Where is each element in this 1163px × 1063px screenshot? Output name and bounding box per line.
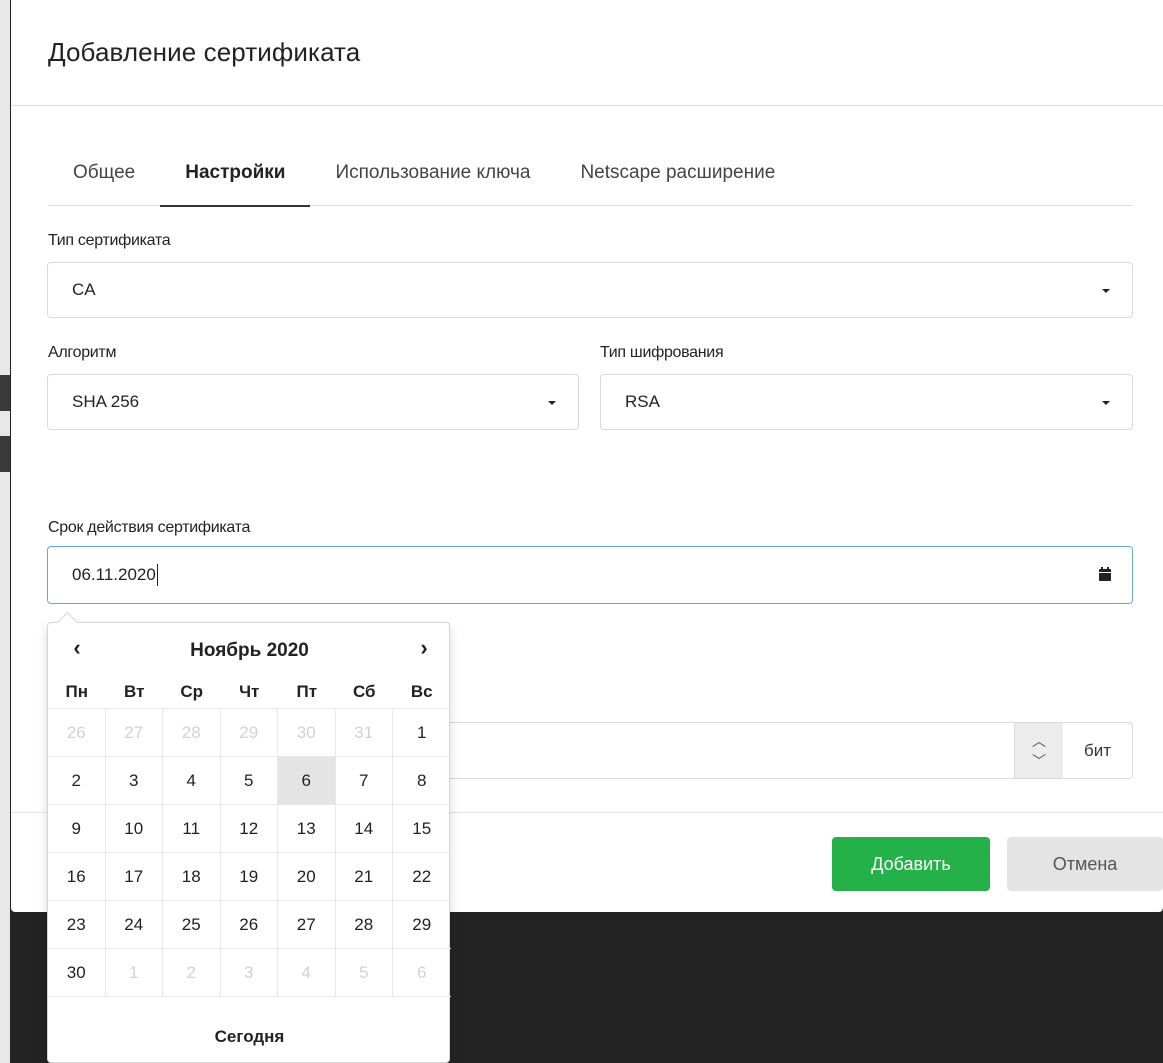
cancel-button[interactable]: Отмена: [1007, 837, 1163, 891]
add-button[interactable]: Добавить: [832, 837, 990, 891]
calendar-day[interactable]: 6: [393, 949, 451, 997]
algorithm-value: SHA 256: [72, 392, 140, 411]
calendar-day[interactable]: 3: [220, 949, 278, 997]
calendar-day[interactable]: 14: [335, 805, 393, 853]
tab-general[interactable]: Общее: [48, 140, 160, 206]
calendar-day[interactable]: 25: [163, 901, 221, 949]
weekday-label: Вт: [105, 675, 163, 709]
tab-netscape-extension[interactable]: Netscape расширение: [555, 140, 800, 206]
calendar-day[interactable]: 12: [220, 805, 278, 853]
today-button[interactable]: Сегодня: [48, 1013, 451, 1061]
dialog-header: Добавление сертификата: [11, 0, 1163, 106]
calendar-day[interactable]: 31: [335, 709, 393, 757]
chevron-up-icon[interactable]: ︿: [1032, 731, 1046, 751]
calendar-day-selected[interactable]: 6: [278, 757, 336, 805]
background-edge-mark: [0, 375, 10, 411]
validity-date-input[interactable]: 06.11.2020: [47, 546, 1133, 604]
calendar-day[interactable]: 18: [163, 853, 221, 901]
weekday-label: Ср: [163, 675, 221, 709]
algorithm-label: Алгоритм: [48, 344, 117, 361]
chevron-left-icon[interactable]: ‹: [62, 635, 92, 661]
calendar-day[interactable]: 7: [335, 757, 393, 805]
calendar-icon[interactable]: [1098, 567, 1112, 582]
calendar-day[interactable]: 19: [220, 853, 278, 901]
calendar-day[interactable]: 26: [220, 901, 278, 949]
calendar-day[interactable]: 15: [393, 805, 451, 853]
tab-settings[interactable]: Настройки: [160, 140, 311, 207]
calendar-day[interactable]: 20: [278, 853, 336, 901]
caret-down-icon: [1102, 289, 1110, 293]
cert-type-select[interactable]: CA: [47, 262, 1133, 318]
calendar-day[interactable]: 1: [393, 709, 451, 757]
encryption-type-label: Тип шифрования: [600, 344, 724, 361]
calendar-day[interactable]: 27: [105, 709, 163, 757]
calendar-day[interactable]: 30: [48, 949, 106, 997]
calendar-week-row: 2345678: [48, 757, 451, 805]
calendar-day[interactable]: 27: [278, 901, 336, 949]
calendar-day[interactable]: 2: [163, 949, 221, 997]
weekday-label: Пт: [278, 675, 336, 709]
calendar-day[interactable]: 3: [105, 757, 163, 805]
chevron-down-icon[interactable]: ﹀: [1032, 751, 1046, 771]
text-cursor: [156, 564, 158, 586]
key-size-stepper[interactable]: ︿ ﹀: [1014, 723, 1063, 778]
calendar-day[interactable]: 30: [278, 709, 336, 757]
date-picker-popup: ‹ Ноябрь 2020 › Пн Вт Ср Чт Пт Сб Вс 26 2…: [47, 622, 451, 1063]
calendar-week-row: 26 27 28 29 30 31 1: [48, 709, 451, 757]
calendar-day[interactable]: 9: [48, 805, 106, 853]
calendar-day[interactable]: 23: [48, 901, 106, 949]
month-year-title[interactable]: Ноябрь 2020: [48, 636, 451, 662]
background-window-edge: [0, 0, 10, 1063]
background-edge-mark: [0, 436, 10, 472]
encryption-type-value: RSA: [625, 392, 660, 411]
calendar-day[interactable]: 11: [163, 805, 221, 853]
calendar-day[interactable]: 8: [393, 757, 451, 805]
calendar-day[interactable]: 21: [335, 853, 393, 901]
algorithm-select[interactable]: SHA 256: [47, 374, 579, 430]
calendar-week-row: 23 24 25 26 27 28 29: [48, 901, 451, 949]
calendar-day[interactable]: 5: [335, 949, 393, 997]
calendar-day[interactable]: 17: [105, 853, 163, 901]
calendar-day[interactable]: 29: [220, 709, 278, 757]
encryption-type-select[interactable]: RSA: [600, 374, 1133, 430]
weekday-label: Сб: [335, 675, 393, 709]
date-picker-header: ‹ Ноябрь 2020 ›: [48, 623, 451, 675]
weekday-label: Вс: [393, 675, 451, 709]
tab-bar: Общее Настройки Использование ключа Nets…: [48, 140, 1133, 207]
cert-type-label: Тип сертификата: [48, 232, 171, 249]
calendar-day[interactable]: 4: [163, 757, 221, 805]
calendar-grid: Пн Вт Ср Чт Пт Сб Вс 26 27 28 29 30 31 1 2 3 4 5 6 7…: [48, 675, 451, 997]
calendar-day[interactable]: 24: [105, 901, 163, 949]
calendar-day[interactable]: 5: [220, 757, 278, 805]
key-size-unit: бит: [1083, 740, 1112, 760]
calendar-day[interactable]: 29: [393, 901, 451, 949]
calendar-day[interactable]: 2: [48, 757, 106, 805]
cert-type-value: CA: [72, 280, 96, 299]
calendar-day[interactable]: 28: [335, 901, 393, 949]
caret-down-icon: [1102, 401, 1110, 405]
calendar-day[interactable]: 28: [163, 709, 221, 757]
calendar-week-row: 9 10 11 12 13 14 15: [48, 805, 451, 853]
calendar-day[interactable]: 22: [393, 853, 451, 901]
weekday-header-row: Пн Вт Ср Чт Пт Сб Вс: [48, 675, 451, 709]
dialog-title: Добавление сертификата: [48, 37, 361, 67]
validity-date-value: 06.11.2020: [72, 565, 156, 584]
calendar-day[interactable]: 13: [278, 805, 336, 853]
weekday-label: Пн: [48, 675, 106, 709]
calendar-day[interactable]: 16: [48, 853, 106, 901]
chevron-right-icon[interactable]: ›: [409, 635, 439, 661]
calendar-week-row: 30 1 2 3 4 5 6: [48, 949, 451, 997]
calendar-day[interactable]: 10: [105, 805, 163, 853]
weekday-label: Чт: [220, 675, 278, 709]
validity-label: Срок действия сертификата: [48, 519, 251, 536]
calendar-day[interactable]: 4: [278, 949, 336, 997]
caret-down-icon: [548, 401, 556, 405]
calendar-day[interactable]: 26: [48, 709, 106, 757]
calendar-week-row: 16 17 18 19 20 21 22: [48, 853, 451, 901]
calendar-day[interactable]: 1: [105, 949, 163, 997]
tab-key-usage[interactable]: Использование ключа: [310, 140, 555, 206]
